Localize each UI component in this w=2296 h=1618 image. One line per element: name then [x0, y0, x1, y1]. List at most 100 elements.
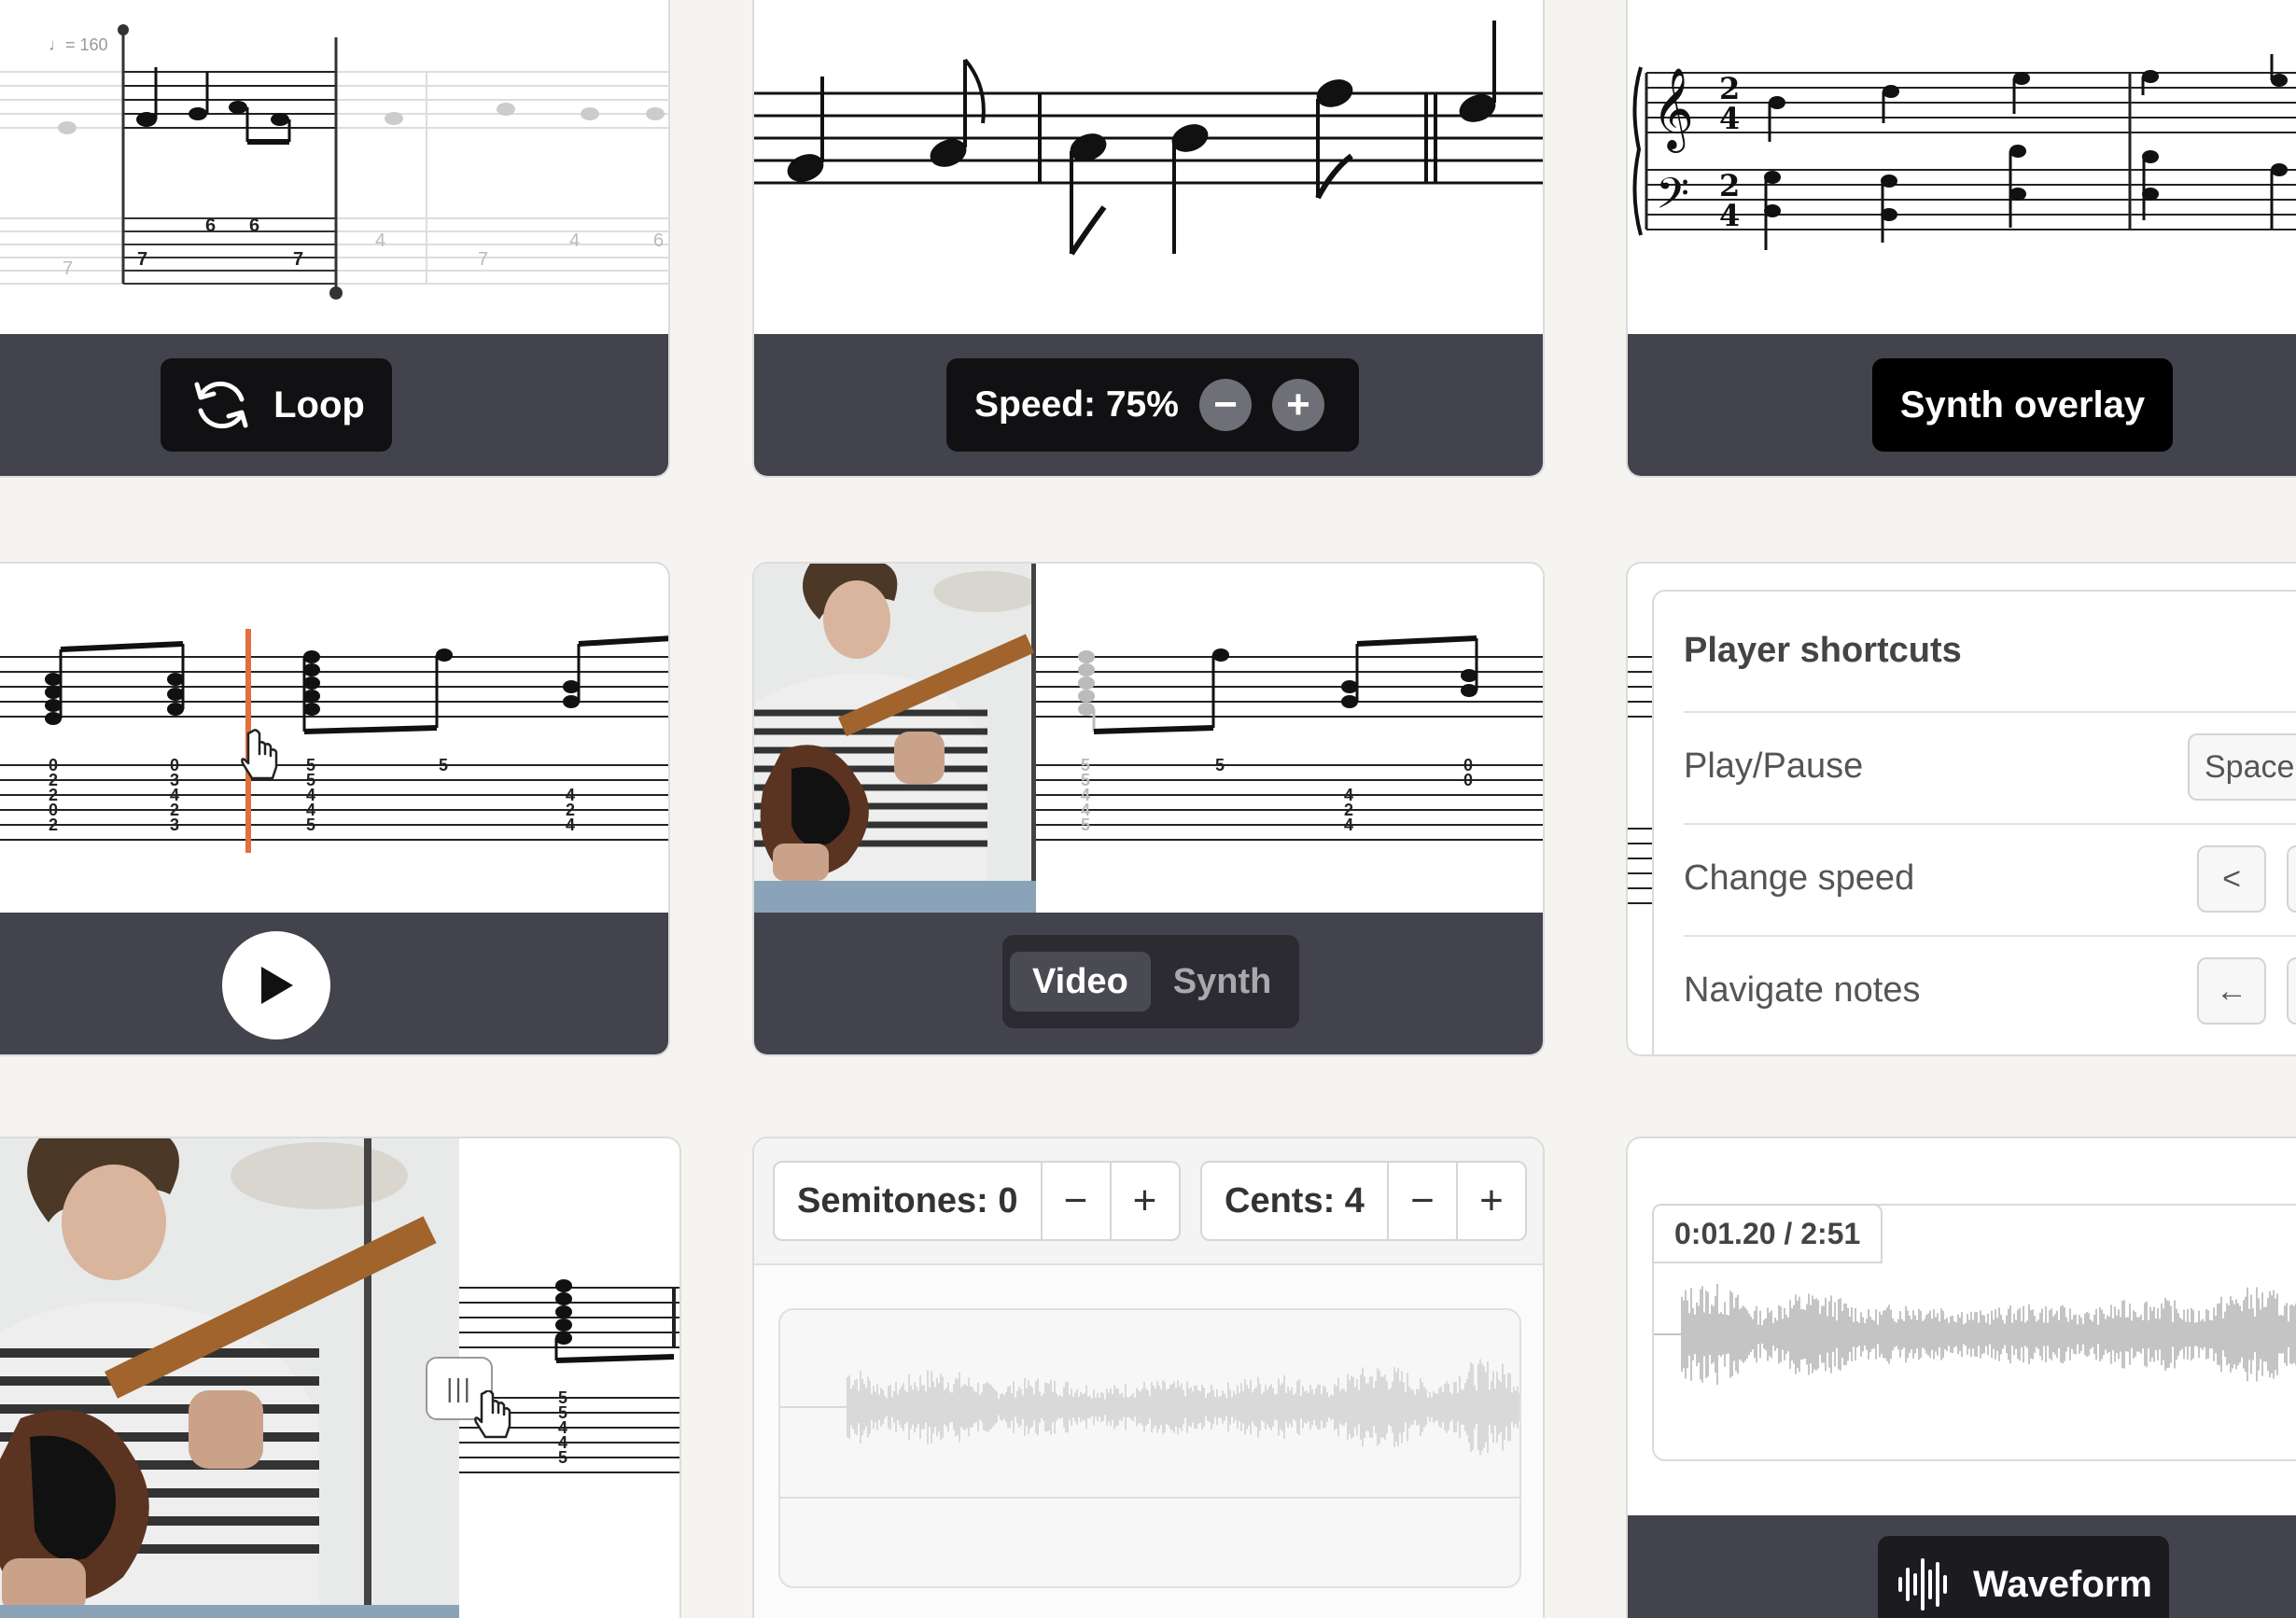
play-button[interactable]: [222, 931, 330, 1039]
tab-number: 7: [293, 249, 303, 270]
speed-card: Speed: 75% − +: [752, 0, 1545, 478]
minus-icon: −: [1410, 1178, 1435, 1223]
video-bar: Video Synth: [754, 913, 1543, 1054]
playhead-bar: [0, 913, 668, 1054]
cents-label: Cents: 4: [1225, 1180, 1365, 1220]
tab-number: 7: [137, 249, 147, 270]
semitones-increase-button[interactable]: +: [1109, 1163, 1179, 1239]
tab-number: 4: [375, 230, 385, 251]
speed-notation: [754, 21, 1543, 256]
split-video[interactable]: [0, 1138, 459, 1618]
svg-text:𝄢: 𝄢: [1656, 169, 1689, 230]
speed-control: Speed: 75% − +: [946, 358, 1359, 452]
video-card: 5 5 4 4 5 5 4 2 4 0 0 Video Synth: [752, 562, 1545, 1056]
tab-synth-label: Synth: [1172, 961, 1272, 1001]
play-icon: [261, 967, 293, 1004]
tab-video[interactable]: Video: [1010, 952, 1151, 1011]
tab-number: 4: [566, 816, 575, 834]
waveform-bar: Waveform: [1628, 1515, 2296, 1618]
minus-icon: −: [1063, 1178, 1088, 1223]
loop-bar: Loop: [0, 334, 668, 476]
plus-icon: +: [1479, 1178, 1504, 1223]
shortcut-key: Space: [2188, 733, 2296, 801]
playhead-notation: 0 2 2 0 2 0 3 4 2 3 5 5 4 4 5 5 4 2 4: [0, 629, 668, 853]
shortcut-label: Play/Pause: [1684, 746, 1864, 786]
semitones-decrease-button[interactable]: −: [1040, 1163, 1110, 1239]
tab-number: 6: [205, 216, 216, 236]
waveform-icon: [1898, 1558, 1948, 1611]
shortcuts-card: Player shortcuts Play/Pause Space Change…: [1626, 562, 2296, 1056]
plus-icon: +: [1286, 382, 1310, 427]
hand-cursor-icon: [474, 1390, 511, 1439]
source-toggle: Video Synth: [1002, 935, 1299, 1028]
tab-number: 5: [558, 1448, 567, 1467]
tab-synth[interactable]: Synth: [1151, 952, 1295, 1011]
synth-card: 𝄞 𝄢 24 24 Synth overlay: [1626, 0, 2296, 478]
hand-cursor-icon: [241, 729, 278, 780]
synth-bar: Synth overlay: [1628, 334, 2296, 476]
loop-card: ♩= 160 7 6 6 7 4 7 4 6 7 Loop: [0, 0, 670, 478]
svg-text:4: 4: [1719, 101, 1740, 136]
loop-score: ♩= 160 7 6 6 7 4 7 4 6 7: [0, 0, 668, 338]
tab-number: 5: [439, 756, 448, 774]
tab-number: 5: [1081, 816, 1090, 834]
shortcut-row: Play/Pause Space: [1684, 711, 2296, 823]
plus-icon: +: [1132, 1178, 1157, 1223]
tab-number: 0: [1463, 771, 1473, 789]
semitones-label: Semitones: 0: [797, 1180, 1018, 1220]
shortcut-row: Navigate notes ←: [1684, 935, 2296, 1047]
synth-overlay-label: Synth overlay: [1899, 384, 2146, 425]
tab-number: 5: [306, 816, 315, 834]
loop-button[interactable]: Loop: [161, 358, 392, 452]
waveform-card: 0:01.20 / 2:51 Waveform: [1626, 1137, 2296, 1618]
svg-text:4: 4: [1719, 198, 1740, 233]
shortcut-label: Navigate notes: [1684, 970, 1921, 1010]
tab-video-label: Video: [1032, 961, 1128, 1001]
speed-increase-button[interactable]: +: [1271, 379, 1324, 431]
drag-handle-icon: |||: [446, 1374, 472, 1402]
tab-number: 4: [1344, 816, 1353, 834]
waveform-button[interactable]: Waveform: [1878, 1536, 2169, 1618]
shortcut-key-label: ←: [2216, 972, 2247, 1009]
loop-label: Loop: [273, 384, 365, 425]
guitarist-video-frame: [0, 1138, 459, 1618]
synth-score: 𝄞 𝄢 24 24: [1628, 0, 2296, 338]
speed-bar: Speed: 75% − +: [754, 334, 1543, 476]
waveform-label: Waveform: [1973, 1563, 2152, 1605]
cents-control: Cents: 4 − +: [1200, 1161, 1527, 1241]
tab-number: 7: [478, 249, 488, 270]
shortcut-key-label: Space: [2205, 748, 2295, 785]
cents-increase-button[interactable]: +: [1455, 1163, 1525, 1239]
playhead-card: 0 2 2 0 2 0 3 4 2 3 5 5 4 4 5 5 4 2 4: [0, 562, 670, 1056]
tempo-marking: ♩= 160: [49, 35, 108, 54]
pitch-toolbar: Semitones: 0 − + Cents: 4 − +: [754, 1138, 1543, 1265]
shortcut-key: <: [2197, 845, 2266, 913]
synth-overlay-button[interactable]: Synth overlay: [1872, 358, 2173, 452]
shortcuts-panel: Player shortcuts Play/Pause Space Change…: [1652, 590, 2296, 1054]
shortcut-row: Change speed <: [1684, 823, 2296, 935]
shortcuts-title: Player shortcuts: [1684, 631, 1962, 670]
pitch-waveform: [780, 1359, 1519, 1456]
speed-score: [754, 0, 1543, 338]
shortcut-key-secondary: [2287, 957, 2296, 1025]
grand-staff: 𝄞 𝄢 24 24: [1632, 54, 2296, 250]
loop-icon: [194, 381, 248, 429]
tab-number: 3: [170, 816, 179, 834]
pitch-card: Semitones: 0 − + Cents: 4 − +: [752, 1137, 1545, 1618]
time-display: 0:01.20 / 2:51: [1652, 1204, 1883, 1263]
speed-decrease-button[interactable]: −: [1198, 379, 1252, 431]
shortcut-key-secondary: [2287, 845, 2296, 913]
cents-decrease-button[interactable]: −: [1386, 1163, 1456, 1239]
tab-number: 5: [1215, 756, 1225, 774]
svg-text:𝄞: 𝄞: [1652, 66, 1694, 153]
speed-label: Speed: 75%: [974, 384, 1179, 425]
semitones-control: Semitones: 0 − +: [773, 1161, 1181, 1241]
video-score: 5 5 4 4 5 5 4 2 4 0 0: [754, 564, 1543, 916]
tab-number: 2: [49, 816, 58, 834]
video-tab-notation: 5 5 4 4 5 5 4 2 4 0 0: [1036, 635, 1543, 841]
playhead-score: 0 2 2 0 2 0 3 4 2 3 5 5 4 4 5 5 4 2 4: [0, 564, 668, 916]
shortcut-key-label: <: [2222, 860, 2241, 897]
pitch-waveform-panel: [778, 1308, 1521, 1588]
tab-number: 6: [249, 216, 259, 236]
tab-number: 7: [63, 258, 73, 279]
